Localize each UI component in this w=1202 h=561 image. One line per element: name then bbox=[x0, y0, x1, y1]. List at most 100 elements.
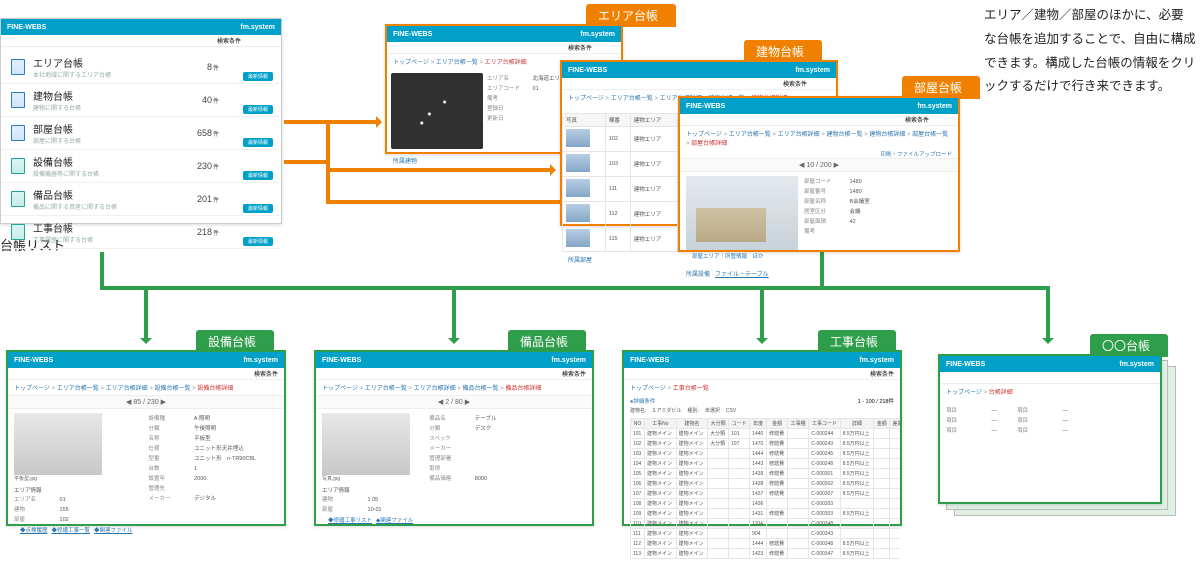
breadcrumb[interactable]: トップページ > 工事台帳一覧 bbox=[624, 380, 900, 395]
file-table-link[interactable]: ファイル・テーブル bbox=[715, 272, 769, 278]
table-row[interactable]: 102建物メイン建物メイン大分類1971470修繕費C-0002438.5万円以… bbox=[631, 439, 901, 449]
ledger-desc: 工事履歴に関する台帳 bbox=[33, 235, 93, 244]
brand-right: fm.system bbox=[580, 31, 615, 38]
equipment-photo bbox=[14, 413, 102, 475]
ledger-icon bbox=[11, 158, 25, 174]
breadcrumb[interactable]: トップページ > エリア台帳一覧 > エリア台帳詳細 > 建物台帳一覧 > 建物… bbox=[680, 126, 958, 150]
table-row[interactable]: 111建物メイン建物メイン904C-000343 bbox=[631, 529, 901, 539]
tool-icon[interactable] bbox=[933, 116, 941, 124]
ledger-icon bbox=[11, 224, 25, 240]
building-thumb bbox=[566, 204, 590, 222]
list-item[interactable]: 建物台帳 建物に関する台帳 40件 最新情報 bbox=[1, 84, 281, 117]
ledger-icon bbox=[11, 191, 25, 207]
tool-icon[interactable] bbox=[596, 44, 604, 52]
brand-label: FINE-WEBS bbox=[7, 24, 46, 31]
arrow-to-area bbox=[284, 120, 380, 124]
tool-icon[interactable] bbox=[811, 80, 819, 88]
ledger-count: 658件 bbox=[197, 128, 219, 138]
brand-label: FINE-WEBS bbox=[568, 67, 607, 74]
list-item[interactable]: 工事台帳 工事履歴に関する台帳 218件 最新情報 bbox=[1, 216, 281, 249]
ledger-icon bbox=[11, 59, 25, 75]
ledger-name: 工事台帳 bbox=[33, 220, 93, 235]
other-col: 項目 —項目 —項目 — bbox=[946, 405, 997, 435]
search-label: 検索条件 bbox=[783, 79, 807, 88]
ledger-badge[interactable]: 最新情報 bbox=[243, 72, 273, 81]
search-label: 検索条件 bbox=[217, 36, 241, 45]
ledger-name: 備品台帳 bbox=[33, 187, 117, 202]
equipment-window: FINE-WEBSfm.system 検索条件 トップページ > エリア台帳一覧… bbox=[6, 350, 286, 526]
search-label: 検索条件 bbox=[562, 369, 586, 378]
ledger-badge[interactable]: 最新情報 bbox=[243, 171, 273, 180]
room-window: FINE-WEBSfm.system 検索条件 トップページ > エリア台帳一覧… bbox=[678, 96, 960, 252]
ledger-badge[interactable]: 最新情報 bbox=[243, 105, 273, 114]
ledger-badge[interactable]: 最新情報 bbox=[243, 204, 273, 213]
search-label: 検索条件 bbox=[870, 369, 894, 378]
arrow-to-works bbox=[760, 286, 764, 342]
table-row[interactable]: 108建物メイン建物メイン1436C-000303 bbox=[631, 499, 901, 509]
list-item[interactable]: 備品台帳 備品に関する資産に関する台帳 201件 最新情報 bbox=[1, 183, 281, 216]
breadcrumb[interactable]: トップページ > エリア台帳一覧 > エリア台帳詳細 > 備品台帳一覧 > 備品… bbox=[316, 380, 592, 395]
table-row[interactable]: 105建物メイン建物メイン1439修繕費C-0003018.5万円以上 bbox=[631, 469, 901, 479]
goods-photo bbox=[322, 413, 410, 475]
brand-label: FINE-WEBS bbox=[393, 31, 432, 38]
table-row[interactable]: 106建物メイン建物メイン1438修繕費C-0003028.5万円以上 bbox=[631, 479, 901, 489]
list-item[interactable]: 設備台帳 設備機器等に関する台帳 230件 最新情報 bbox=[1, 150, 281, 183]
works-pager: 1 - 100 / 218件 bbox=[858, 397, 894, 405]
tool-icon[interactable] bbox=[607, 44, 615, 52]
search-label: 検索条件 bbox=[905, 115, 929, 124]
tool-icon[interactable] bbox=[267, 37, 275, 45]
list-item[interactable]: エリア台帳 本社地域に関するエリア台帳 8件 最新情報 bbox=[1, 51, 281, 84]
ledger-desc: 設備機器等に関する台帳 bbox=[33, 169, 99, 178]
table-row[interactable]: 113建物メイン建物メイン1423修繕費C-0003478.5万円以上 bbox=[631, 549, 901, 559]
toolbar-links[interactable]: 印刷・ファイルアップロード bbox=[680, 150, 958, 158]
other-col: 項目 —項目 —項目 — bbox=[1017, 405, 1068, 435]
filter-label[interactable]: ●詳細条件 bbox=[630, 397, 655, 405]
brand-right: fm.system bbox=[551, 357, 586, 364]
room-links[interactable]: 部屋エリア｜所管情報 ほか bbox=[686, 250, 798, 262]
pager[interactable]: 85 / 230 bbox=[8, 395, 284, 409]
tool-icon[interactable] bbox=[822, 80, 830, 88]
ledger-name: 建物台帳 bbox=[33, 88, 81, 103]
brand-right: fm.system bbox=[795, 67, 830, 74]
ledger-badge[interactable]: 最新情報 bbox=[243, 237, 273, 246]
table-row[interactable]: 112建物メイン建物メイン1444修繕費C-0003488.5万円以上 bbox=[631, 539, 901, 549]
ledger-count: 40件 bbox=[202, 95, 219, 105]
equip-links[interactable]: ◆点検履歴◆修繕工事一覧◆関連ファイル bbox=[14, 524, 143, 536]
goods-links[interactable]: ◆修繕工事リスト◆関連ファイル bbox=[322, 514, 423, 526]
breadcrumb[interactable]: トップページ > 台帳詳細 bbox=[940, 384, 1160, 399]
tool-icon[interactable] bbox=[245, 37, 253, 45]
room-footer: 所属設備 ファイル・テーブル bbox=[680, 266, 958, 281]
arrow-branch bbox=[284, 160, 328, 164]
ledger-badge[interactable]: 最新情報 bbox=[243, 138, 273, 147]
table-row[interactable]: 107建物メイン建物メイン1437修繕費C-0003078.5万円以上 bbox=[631, 489, 901, 499]
table-row[interactable]: 101建物メイン建物メイン大分類1011440修繕費C-0002448.5万円以… bbox=[631, 429, 901, 439]
tool-icon[interactable] bbox=[944, 116, 952, 124]
pager[interactable]: 10 / 200 bbox=[680, 158, 958, 172]
table-row[interactable]: 104建物メイン建物メイン1443修繕費C-0002488.5万円以上 bbox=[631, 459, 901, 469]
breadcrumb[interactable]: トップページ > エリア台帳一覧 > エリア台帳詳細 > 設備台帳一覧 > 設備… bbox=[8, 380, 284, 395]
table-row[interactable]: 103建物メイン建物メイン1444修繕費C-0002458.5万円以上 bbox=[631, 449, 901, 459]
goods-detail-kv: 備品名 テーブル分類 デスクスペック メーカー 管理部署 取得 備品価格 800… bbox=[429, 413, 496, 526]
pager[interactable]: 2 / 80 bbox=[316, 395, 592, 409]
arrow-to-equipment bbox=[144, 286, 148, 342]
arrow-to-goods bbox=[452, 286, 456, 342]
search-label: 検索条件 bbox=[568, 43, 592, 52]
goods-section-title: エリア情報 bbox=[322, 486, 423, 494]
building-thumb bbox=[566, 229, 590, 247]
ledger-icon bbox=[11, 92, 25, 108]
ledger-desc: 建物に関する台帳 bbox=[33, 103, 81, 112]
brand-label: FINE-WEBS bbox=[14, 357, 53, 364]
caption-text: エリア／建物／部屋のほかに、必要な台帳を追加することで、自由に構成できます。構成… bbox=[984, 4, 1196, 99]
filter-tags[interactable]: 建物名:3.アミダビル種別:未選択CSV bbox=[624, 407, 900, 416]
table-row[interactable]: 109建物メイン建物メイン1431修繕費C-0003038.5万円以上 bbox=[631, 509, 901, 519]
works-table: NO工事No建物名大分類コード年度金額工事種工事コード詳細金額差異101建物メイ… bbox=[630, 418, 900, 559]
ledger-name: 設備台帳 bbox=[33, 154, 99, 169]
table-row[interactable]: 110建物メイン建物メイン1104C-000348 bbox=[631, 519, 901, 529]
goods-section-kv: 建物 1 05部屋 10-01 bbox=[322, 494, 423, 514]
japan-map-image bbox=[391, 73, 483, 149]
tool-icon[interactable] bbox=[256, 37, 264, 45]
list-item[interactable]: 部屋台帳 部屋に関する台帳 658件 最新情報 bbox=[1, 117, 281, 150]
window-header: FINE-WEBS fm.system bbox=[1, 19, 281, 35]
arrow-to-other bbox=[1046, 286, 1050, 342]
equipment-detail-kv: 設備種 A:照明分類 午後照明名称 平板型仕様 ユニット形天井埋込型番 ユニット… bbox=[149, 413, 257, 536]
